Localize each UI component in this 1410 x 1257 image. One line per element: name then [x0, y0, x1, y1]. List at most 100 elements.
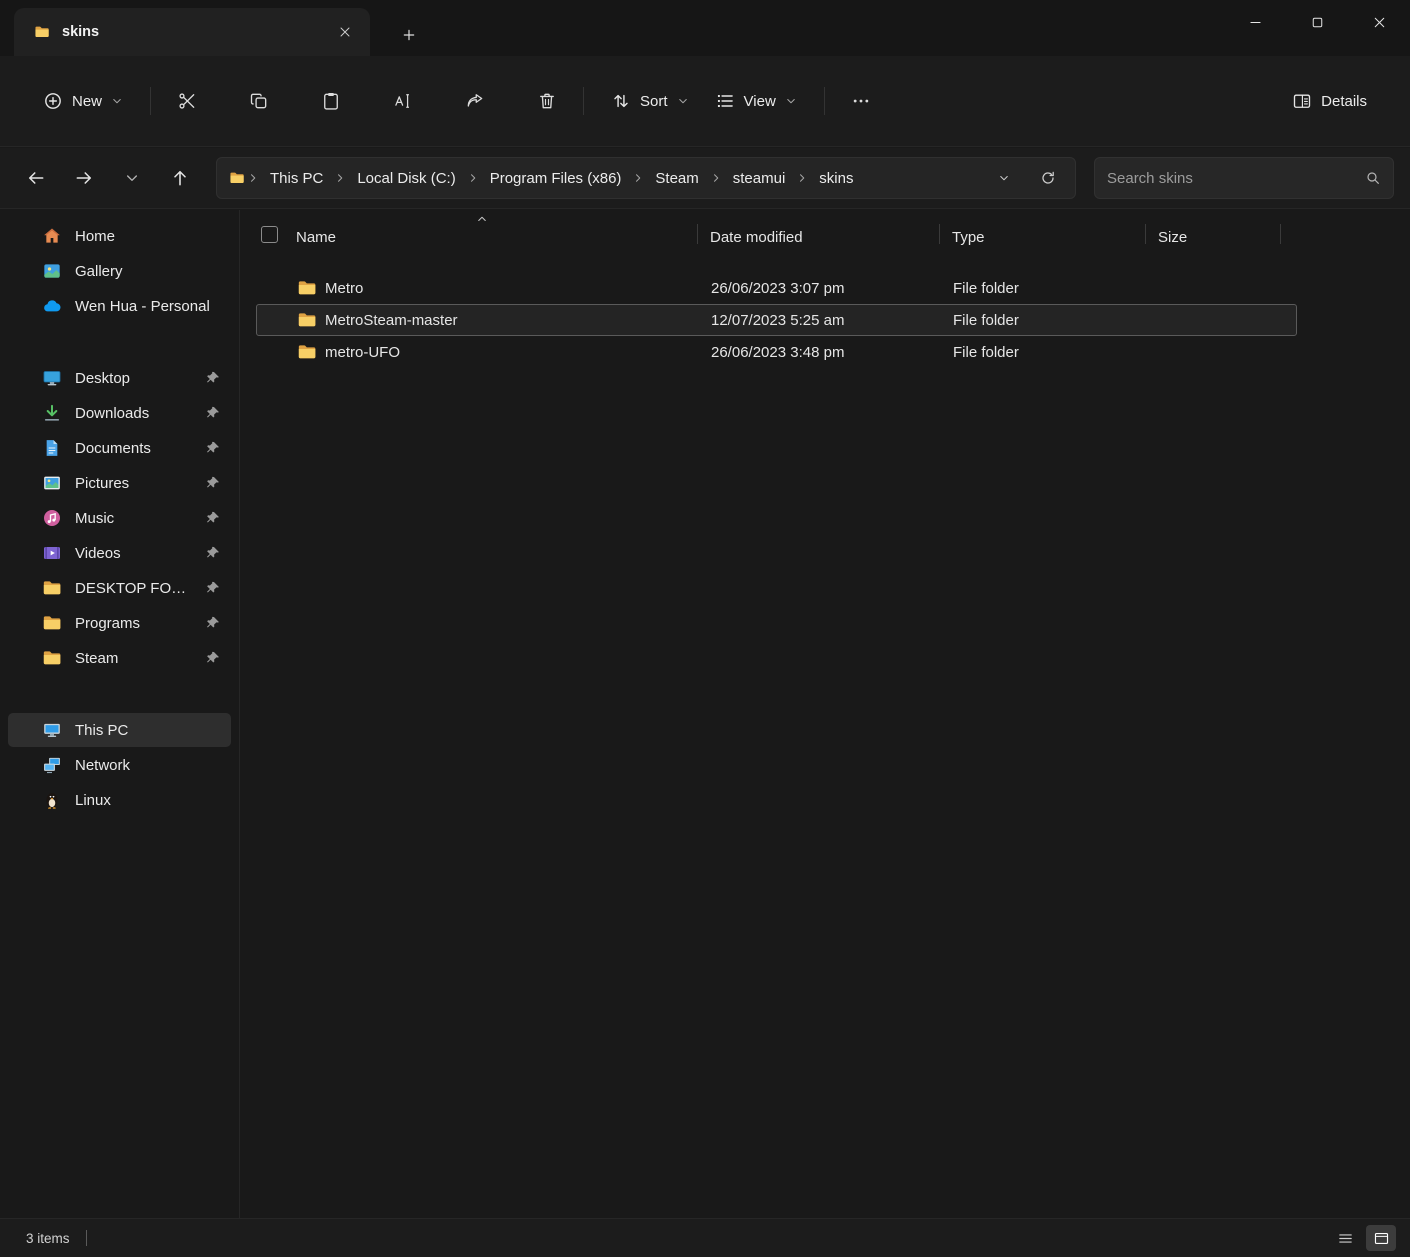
window-controls — [1224, 0, 1410, 46]
column-label-type: Type — [952, 228, 985, 246]
search-box — [1094, 157, 1394, 199]
maximize-icon — [1309, 14, 1326, 31]
pin-icon — [205, 615, 221, 631]
sort-button[interactable]: Sort — [598, 80, 702, 122]
videos-icon — [42, 543, 62, 563]
rename-button[interactable] — [381, 80, 425, 122]
arrow-left-icon — [26, 168, 46, 188]
pictures-icon — [42, 473, 62, 493]
toolbar-separator — [150, 87, 152, 115]
file-explorer-window: skins New Sort View Details This PC Loca… — [0, 0, 1410, 1257]
pin-icon — [205, 650, 221, 666]
breadcrumb-program-files[interactable]: Program Files (x86) — [481, 166, 631, 191]
sidebar-item-downloads[interactable]: Downloads — [8, 396, 231, 430]
documents-icon — [42, 438, 62, 458]
address-dropdown-button[interactable] — [989, 163, 1019, 193]
column-header-type[interactable]: Type — [940, 210, 1146, 258]
file-row-metro[interactable]: Metro 26/06/2023 3:07 pm File folder — [256, 272, 1297, 304]
pin-icon — [205, 545, 221, 561]
recent-locations-button[interactable] — [112, 159, 152, 197]
breadcrumb-skins[interactable]: skins — [810, 166, 862, 191]
view-icon — [715, 91, 735, 111]
details-pane-button[interactable]: Details — [1279, 80, 1380, 122]
tab-close-button[interactable] — [330, 17, 360, 47]
column-header-name[interactable]: Name — [296, 210, 698, 258]
copy-icon — [249, 91, 269, 111]
share-icon — [465, 91, 485, 111]
sidebar-item-music[interactable]: Music — [8, 501, 231, 535]
address-row: This PC Local Disk (C:) Program Files (x… — [0, 148, 1410, 209]
sidebar-item-steam[interactable]: Steam — [8, 641, 231, 675]
gallery-icon — [42, 261, 62, 281]
sidebar-item-videos[interactable]: Videos — [8, 536, 231, 570]
search-icon — [1365, 170, 1381, 186]
large-icons-view-toggle[interactable] — [1366, 1225, 1396, 1251]
details-view-toggle[interactable] — [1330, 1225, 1360, 1251]
details-pane-icon — [1292, 91, 1312, 111]
chevron-down-icon — [785, 95, 797, 107]
back-button[interactable] — [16, 159, 56, 197]
new-button[interactable]: New — [30, 80, 136, 122]
file-row-metrosteam-master[interactable]: MetroSteam-master 12/07/2023 5:25 am Fil… — [256, 304, 1297, 336]
arrow-right-icon — [74, 168, 94, 188]
view-button[interactable]: View — [702, 80, 810, 122]
sidebar-section-gap — [0, 324, 239, 360]
toolbar-separator — [823, 87, 825, 115]
cut-icon — [177, 91, 197, 111]
folder-icon — [42, 648, 62, 668]
sidebar-item-label: Wen Hua - Personal — [75, 297, 210, 315]
delete-button[interactable] — [525, 80, 569, 122]
column-header-date-modified[interactable]: Date modified — [698, 210, 940, 258]
sidebar-item-desktop-folder[interactable]: DESKTOP FOLDER — [8, 571, 231, 605]
sidebar-item-linux[interactable]: Linux — [8, 783, 231, 817]
folder-icon — [34, 24, 50, 40]
chevron-down-icon — [998, 172, 1010, 184]
cut-button[interactable] — [165, 80, 209, 122]
close-button[interactable] — [1348, 0, 1410, 44]
arrow-up-icon — [170, 168, 190, 188]
file-row-metro-ufo[interactable]: metro-UFO 26/06/2023 3:48 pm File folder — [256, 336, 1297, 368]
breadcrumb-steamui[interactable]: steamui — [724, 166, 795, 191]
chevron-right-icon — [334, 172, 346, 184]
select-all-checkbox[interactable] — [256, 210, 296, 258]
breadcrumb-steam[interactable]: Steam — [646, 166, 707, 191]
sidebar-item-home[interactable]: Home — [8, 219, 231, 253]
breadcrumb-this-pc[interactable]: This PC — [261, 166, 332, 191]
sidebar-item-label: Desktop — [75, 369, 131, 387]
file-date-modified: 26/06/2023 3:07 pm — [711, 279, 845, 297]
up-button[interactable] — [160, 159, 200, 197]
maximize-button[interactable] — [1286, 0, 1348, 44]
breadcrumb-local-disk[interactable]: Local Disk (C:) — [348, 166, 464, 191]
list-view-icon — [1337, 1230, 1354, 1247]
this-pc-icon — [42, 720, 62, 740]
sidebar-item-documents[interactable]: Documents — [8, 431, 231, 465]
explorer-tab[interactable]: skins — [14, 8, 370, 56]
sidebar-item-this-pc[interactable]: This PC — [8, 713, 231, 747]
new-tab-button[interactable] — [392, 20, 426, 50]
chevron-right-icon — [467, 172, 479, 184]
sidebar-item-onedrive[interactable]: Wen Hua - Personal — [8, 289, 231, 323]
sidebar-item-gallery[interactable]: Gallery — [8, 254, 231, 288]
linux-penguin-icon — [42, 790, 62, 810]
file-date-modified: 12/07/2023 5:25 am — [711, 311, 845, 329]
sidebar-item-desktop[interactable]: Desktop — [8, 361, 231, 395]
more-options-button[interactable] — [839, 80, 883, 122]
minimize-button[interactable] — [1224, 0, 1286, 44]
search-input[interactable] — [1107, 169, 1357, 187]
sidebar-item-network[interactable]: Network — [8, 748, 231, 782]
folder-icon — [229, 170, 245, 186]
command-toolbar: New Sort View Details — [0, 56, 1410, 147]
paste-button[interactable] — [309, 80, 353, 122]
sidebar-item-pictures[interactable]: Pictures — [8, 466, 231, 500]
breadcrumb[interactable]: This PC Local Disk (C:) Program Files (x… — [216, 157, 1076, 199]
share-button[interactable] — [453, 80, 497, 122]
refresh-button[interactable] — [1033, 163, 1063, 193]
desktop-icon — [42, 368, 62, 388]
sidebar-item-label: Network — [75, 756, 131, 774]
sidebar-item-programs[interactable]: Programs — [8, 606, 231, 640]
forward-button[interactable] — [64, 159, 104, 197]
navigation-pane: Home Gallery Wen Hua - Personal Desktop … — [0, 210, 240, 1218]
column-header-size[interactable]: Size — [1146, 210, 1281, 258]
details-button-label: Details — [1321, 92, 1367, 110]
copy-button[interactable] — [237, 80, 281, 122]
